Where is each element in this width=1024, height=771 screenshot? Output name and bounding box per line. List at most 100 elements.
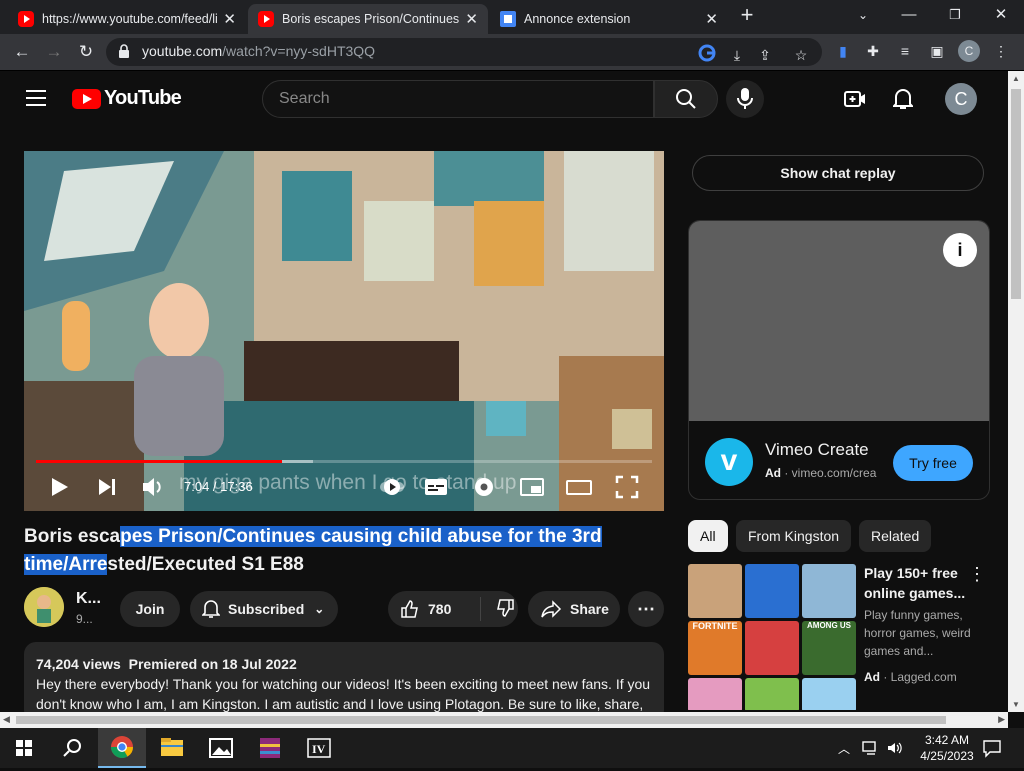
game-tile (688, 564, 742, 618)
volume-tray-icon[interactable] (886, 740, 904, 756)
vimeo-ad-card[interactable]: i v Vimeo Create Ad · vimeo.com/crea Try… (688, 220, 990, 500)
notifications-bell-icon[interactable] (893, 88, 913, 110)
close-tab-icon[interactable]: ✕ (465, 10, 478, 28)
vertical-scroll-thumb[interactable] (1011, 89, 1021, 299)
browser-menu-kebab-icon[interactable]: ⋮ (990, 40, 1012, 62)
url-host: youtube.com (142, 43, 223, 59)
file-explorer-icon[interactable] (148, 728, 196, 768)
close-window-icon[interactable]: ✕ (978, 0, 1024, 30)
video-title: Boris escapes Prison/Continues causing c… (24, 523, 644, 579)
gta-iv-icon[interactable]: IV (295, 728, 343, 768)
youtube-favicon-icon (18, 11, 34, 27)
horizontal-scrollbar[interactable]: ◀ ▶ (0, 712, 1008, 728)
hamburger-menu-icon[interactable] (26, 90, 46, 106)
forward-arrow-icon[interactable]: → (40, 38, 68, 66)
horizontal-scroll-thumb[interactable] (16, 716, 946, 724)
scroll-right-arrow-icon[interactable]: ▶ (998, 714, 1005, 725)
share-label: Share (570, 601, 609, 617)
subtitles-icon[interactable] (423, 474, 449, 500)
create-video-icon[interactable] (844, 90, 866, 108)
games-ad-title[interactable]: Play 150+ free online games... (864, 563, 974, 603)
description-box[interactable]: 74,204 views Premiered on 18 Jul 2022 He… (24, 642, 664, 722)
chrome-icon (111, 736, 133, 758)
join-button[interactable]: Join (120, 591, 180, 627)
chip-from-kingston[interactable]: From Kingston (736, 520, 852, 552)
google-lens-icon[interactable] (696, 44, 718, 66)
clock-date: 4/25/2023 (920, 749, 974, 763)
voice-search-button[interactable] (726, 80, 764, 118)
taskbar-clock[interactable]: 3:42 AM 4/25/2023 (912, 732, 982, 764)
taskbar-search-icon[interactable] (48, 728, 96, 768)
windows-start-icon[interactable] (0, 728, 48, 768)
network-icon[interactable] (862, 740, 880, 756)
try-free-button[interactable]: Try free (893, 445, 973, 481)
scroll-down-arrow-icon[interactable]: ▼ (1012, 700, 1020, 709)
bookmark-star-icon[interactable]: ☆ (790, 44, 812, 66)
photos-icon[interactable] (197, 728, 245, 768)
description-text: Hey there everybody! Thank you for watch… (36, 676, 651, 712)
profile-avatar[interactable]: C (958, 40, 980, 62)
volume-icon[interactable] (140, 474, 166, 500)
show-chat-replay-button[interactable]: Show chat replay (692, 155, 984, 191)
youtube-logo[interactable]: YouTube (72, 87, 182, 110)
new-tab-plus-icon[interactable]: + (724, 0, 770, 30)
reading-list-icon[interactable]: ≡ (894, 40, 916, 62)
game-tile (802, 564, 856, 618)
search-input[interactable] (277, 89, 641, 109)
address-bar[interactable]: youtube.com/watch?v=nyy-sdHT3QQ ⤓ ⇪ ☆ (106, 38, 822, 66)
games-ad-thumbnail[interactable]: FORTNITE AMONG US (688, 564, 856, 710)
chrome-taskbar-button[interactable] (98, 728, 146, 768)
winrar-icon[interactable] (246, 728, 294, 768)
miniplayer-icon[interactable] (519, 474, 545, 500)
video-player[interactable]: my giga pants when I go to stand up 7:04… (24, 151, 664, 511)
share-button[interactable]: Share (528, 591, 620, 627)
autoplay-toggle-icon[interactable] (379, 474, 405, 500)
settings-gear-icon[interactable] (471, 474, 497, 500)
next-video-icon[interactable] (94, 474, 120, 500)
dislike-button[interactable] (481, 598, 515, 621)
channel-name[interactable]: K... (76, 590, 101, 608)
ad-info-icon[interactable]: i (943, 233, 977, 267)
subscribed-button[interactable]: Subscribed ⌄ (190, 591, 338, 627)
browser-tab-video[interactable]: Boris escapes Prison/Continues c ✕ (248, 4, 488, 34)
theater-mode-icon[interactable] (566, 474, 592, 500)
url-text: youtube.com/watch?v=nyy-sdHT3QQ (142, 43, 375, 59)
progress-bar[interactable] (36, 460, 652, 463)
document-favicon-icon (500, 11, 516, 27)
install-app-icon[interactable]: ⤓ (726, 44, 748, 66)
browser-tab-annonce[interactable]: Annonce extension ✕ (490, 4, 728, 34)
fullscreen-icon[interactable] (614, 474, 640, 500)
minimize-window-icon[interactable]: — (886, 0, 932, 30)
like-button[interactable]: 780 (388, 597, 481, 621)
extension-doc-icon[interactable]: ▮ (832, 40, 854, 62)
notification-center-icon[interactable] (982, 738, 1002, 758)
chip-all[interactable]: All (688, 520, 728, 552)
show-hidden-icons-chevron-icon[interactable]: ︿ (838, 740, 850, 757)
play-icon[interactable] (46, 474, 72, 500)
ad-title[interactable]: Vimeo Create (765, 440, 869, 460)
close-tab-icon[interactable]: ✕ (705, 10, 718, 28)
ad-domain: Lagged.com (890, 670, 957, 684)
tab-search-chevron-icon[interactable]: ⌄ (840, 0, 886, 30)
share-page-icon[interactable]: ⇪ (754, 44, 776, 66)
scroll-left-arrow-icon[interactable]: ◀ (3, 714, 10, 725)
restore-window-icon[interactable]: ❐ (932, 0, 978, 30)
extensions-puzzle-icon[interactable]: ✚ (862, 40, 884, 62)
close-tab-icon[interactable]: ✕ (223, 10, 236, 28)
account-avatar[interactable]: C (945, 83, 977, 115)
reload-icon[interactable]: ↻ (72, 38, 100, 66)
game-tile (688, 678, 742, 710)
games-ad-menu-kebab-icon[interactable]: ⋮ (968, 564, 986, 585)
search-button[interactable] (654, 80, 718, 118)
browser-tab-feed[interactable]: https://www.youtube.com/feed/li ✕ (8, 4, 246, 34)
side-panel-icon[interactable]: ▣ (926, 40, 948, 62)
back-arrow-icon[interactable]: ← (8, 38, 36, 66)
ad-label: Ad (765, 466, 781, 480)
vertical-scrollbar[interactable]: ▲ ▼ (1008, 71, 1024, 712)
more-actions-icon[interactable]: ⋯ (628, 591, 664, 627)
bell-icon (202, 600, 220, 618)
scroll-up-arrow-icon[interactable]: ▲ (1012, 74, 1020, 83)
channel-avatar[interactable] (24, 587, 64, 627)
chip-related[interactable]: Related (859, 520, 932, 552)
time-display: 7:04 / 17:36 (184, 479, 253, 494)
